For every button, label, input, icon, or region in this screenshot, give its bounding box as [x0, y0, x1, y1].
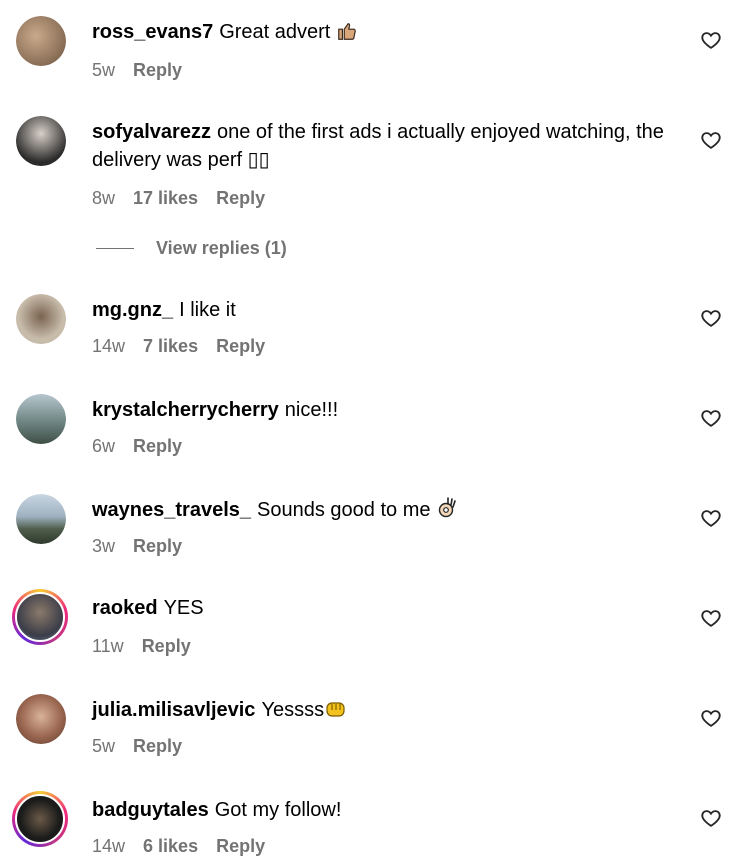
comment-age: 6w: [92, 436, 116, 456]
comment-age: 8w: [92, 188, 116, 208]
comment-text: nice!!!: [284, 399, 339, 421]
avatar[interactable]: [16, 16, 66, 66]
comment-username[interactable]: julia.milisavljevic: [92, 699, 255, 721]
heart-icon[interactable]: [700, 407, 722, 429]
comment-username[interactable]: mg.gnz_: [92, 299, 173, 321]
view-replies-button[interactable]: View replies (1): [96, 238, 287, 259]
comment-username[interactable]: raoked: [92, 597, 158, 619]
comment-username[interactable]: ross_evans7: [92, 21, 213, 43]
comments-list: ross_evans7 Great advert 5w Reply sofyalv…: [0, 0, 737, 867]
comment-text: Yessss: [261, 699, 325, 721]
comment-username[interactable]: badguytales: [92, 799, 209, 821]
avatar[interactable]: [16, 294, 66, 344]
heart-icon[interactable]: [700, 129, 722, 151]
comment-age: 14w: [92, 836, 126, 856]
comment-age: 3w: [92, 536, 116, 556]
comment-age: 11w: [92, 636, 124, 656]
heart-icon[interactable]: [700, 707, 722, 729]
avatar[interactable]: [16, 394, 66, 444]
heart-icon[interactable]: [700, 607, 722, 629]
avatar[interactable]: [16, 494, 66, 544]
ok-hand-icon: [436, 496, 458, 528]
comment-text: Sounds good to me: [257, 499, 431, 521]
avatar[interactable]: [16, 694, 66, 744]
reply-button[interactable]: Reply: [133, 60, 182, 81]
heart-icon[interactable]: [700, 807, 722, 829]
heart-icon[interactable]: [700, 29, 722, 51]
comment-age: 14w: [92, 336, 126, 356]
comment-age: 5w: [92, 60, 116, 80]
reply-button[interactable]: Reply: [142, 636, 191, 657]
reply-button[interactable]: Reply: [216, 836, 265, 857]
reply-button[interactable]: Reply: [216, 188, 265, 209]
reply-button[interactable]: Reply: [133, 536, 182, 557]
likes-count[interactable]: 17 likes: [133, 188, 198, 209]
likes-count[interactable]: 6 likes: [143, 836, 198, 857]
comment-text: I like it: [179, 299, 236, 321]
divider-line: [96, 248, 134, 249]
heart-icon[interactable]: [700, 307, 722, 329]
avatar[interactable]: [12, 589, 68, 645]
comment-username[interactable]: waynes_travels_: [92, 499, 251, 521]
avatar[interactable]: [12, 791, 68, 847]
avatar[interactable]: [16, 116, 66, 166]
comment-text: YES: [163, 597, 204, 619]
likes-count[interactable]: 7 likes: [143, 336, 198, 357]
reply-button[interactable]: Reply: [216, 336, 265, 357]
reply-button[interactable]: Reply: [133, 736, 182, 757]
fist-icon: [324, 698, 348, 728]
view-replies-label: View replies (1): [156, 238, 287, 258]
comment-username[interactable]: sofyalvarezz: [92, 121, 211, 143]
comment-username[interactable]: krystalcherrycherry: [92, 399, 279, 421]
reply-button[interactable]: Reply: [133, 436, 182, 457]
comment-text: Great advert: [219, 21, 331, 43]
comment-text: Got my follow!: [214, 799, 342, 821]
heart-icon[interactable]: [700, 507, 722, 529]
thumbs-up-icon: [336, 20, 358, 50]
comment-age: 5w: [92, 736, 116, 756]
